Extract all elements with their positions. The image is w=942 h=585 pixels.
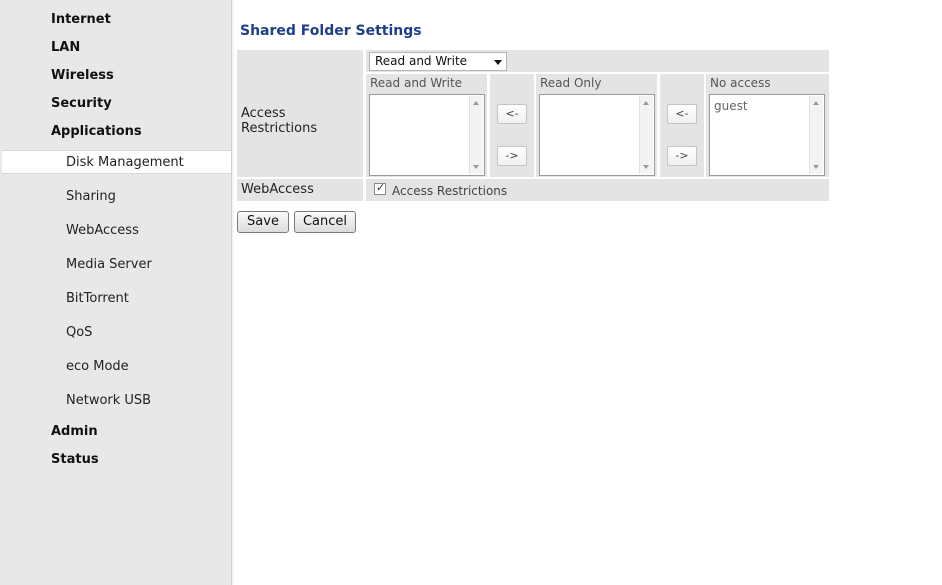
scrollbar[interactable]: [639, 96, 653, 174]
page-title: Shared Folder Settings: [240, 23, 422, 39]
scrollbar[interactable]: [469, 96, 483, 174]
access-restrictions-label: Access Restrictions: [241, 106, 318, 136]
chevron-down-icon: [494, 60, 502, 65]
permission-select[interactable]: Read and Write: [369, 52, 507, 71]
sidebar-item-eco-mode[interactable]: eco Mode: [66, 359, 129, 374]
sidebar-item-internet[interactable]: Internet: [51, 12, 111, 27]
read-only-listbox[interactable]: [539, 94, 655, 176]
scroll-up-icon: [643, 101, 649, 105]
webaccess-restrictions-checkbox[interactable]: ✓: [374, 181, 386, 195]
scroll-up-icon: [473, 101, 479, 105]
sidebar-item-bittorrent[interactable]: BitTorrent: [66, 291, 129, 306]
sidebar-item-status[interactable]: Status: [51, 452, 99, 467]
list-item[interactable]: guest: [714, 99, 748, 113]
scroll-up-icon: [813, 101, 819, 105]
sidebar-item-media-server[interactable]: Media Server: [66, 257, 152, 272]
read-write-header: Read and Write: [370, 76, 463, 90]
sidebar-item-webaccess[interactable]: WebAccess: [66, 223, 139, 238]
scroll-down-icon: [643, 165, 649, 169]
sidebar-item-qos[interactable]: QoS: [66, 325, 92, 340]
sidebar-item-security[interactable]: Security: [51, 96, 112, 111]
move-right-button-2[interactable]: ->: [667, 146, 697, 166]
cancel-button[interactable]: Cancel: [294, 211, 356, 233]
sidebar-item-label: Disk Management: [66, 155, 184, 170]
sidebar-item-sharing[interactable]: Sharing: [66, 189, 116, 204]
webaccess-checkbox-label: Access Restrictions: [392, 184, 508, 198]
check-icon: ✓: [376, 181, 386, 194]
move-right-button-1[interactable]: ->: [497, 146, 527, 166]
sidebar-item-applications[interactable]: Applications: [51, 124, 142, 139]
scroll-down-icon: [813, 165, 819, 169]
scroll-down-icon: [473, 165, 479, 169]
sidebar-item-disk-management[interactable]: Disk Management: [2, 150, 231, 174]
read-write-listbox[interactable]: [369, 94, 485, 176]
scrollbar[interactable]: [809, 96, 823, 174]
webaccess-label-cell: WebAccess: [237, 179, 363, 201]
read-only-header: Read Only: [540, 76, 602, 90]
sidebar-item-lan[interactable]: LAN: [51, 40, 80, 55]
save-button[interactable]: Save: [237, 211, 289, 233]
access-restrictions-label-cell: Access Restrictions: [237, 50, 363, 177]
move-left-button-2[interactable]: <-: [667, 104, 697, 124]
no-access-listbox[interactable]: guest: [709, 94, 825, 176]
no-access-header: No access: [710, 76, 771, 90]
webaccess-label: WebAccess: [241, 182, 314, 197]
sidebar-item-admin[interactable]: Admin: [51, 424, 98, 439]
sidebar-item-wireless[interactable]: Wireless: [51, 68, 114, 83]
move-left-button-1[interactable]: <-: [497, 104, 527, 124]
permission-select-value: Read and Write: [375, 54, 468, 68]
sidebar: Internet LAN Wireless Security Applicati…: [0, 0, 232, 585]
sidebar-item-network-usb[interactable]: Network USB: [66, 393, 151, 408]
